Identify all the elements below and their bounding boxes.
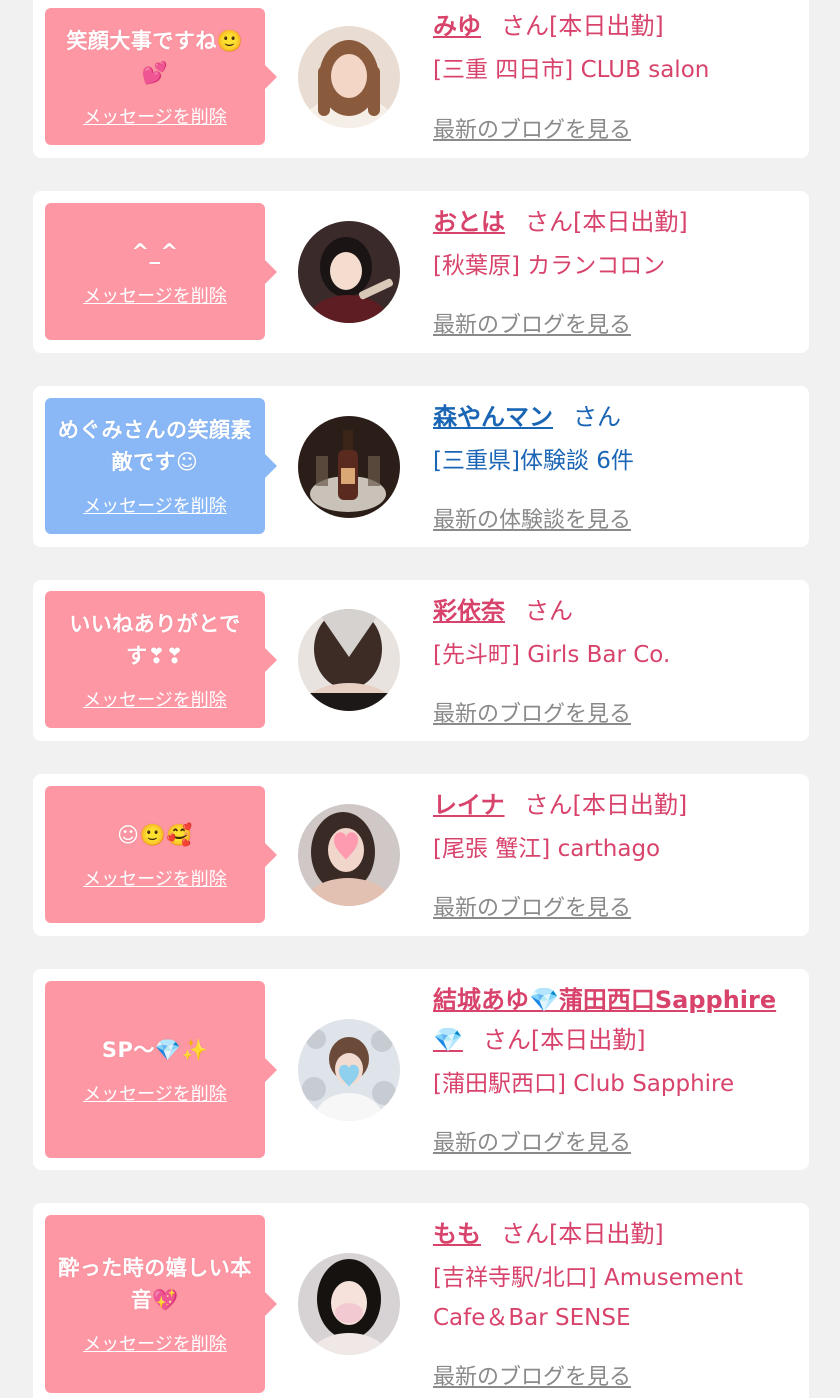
latest-blog-link[interactable]: 最新のブログを見る xyxy=(433,696,631,728)
cast-name-link[interactable]: 森やんマン xyxy=(433,403,553,431)
message-card: めぐみさんの笑顔素敵です☺ メッセージを削除 森やんマン さん [三重県]体験談 … xyxy=(33,386,809,547)
cast-info: 結城あゆ💎蒲田西口Sapphire💎 さん[本日出勤] [蒲田駅西口] Club … xyxy=(433,980,803,1104)
message-card: 酔った時の嬉しい本音💖 メッセージを削除 もも さん[本日出勤] [吉祥寺駅/北口… xyxy=(33,1203,809,1398)
delete-message-link[interactable]: メッセージを削除 xyxy=(83,492,227,518)
message-card: SP～💎✨ メッセージを削除 結城あゆ💎蒲田西口Sapphire💎 さん[本日出勤… xyxy=(33,969,809,1170)
latest-blog-link[interactable]: 最新のブログを見る xyxy=(433,890,631,922)
message-bubble: ^_^ メッセージを削除 xyxy=(45,203,277,340)
shop-info: [先斗町] Girls Bar Co. xyxy=(433,642,671,668)
cast-status: さん[本日出勤] xyxy=(501,1220,664,1248)
message-text: ☺🙂🥰 xyxy=(117,822,193,847)
avatar[interactable] xyxy=(298,26,400,128)
shop-info: [三重県]体験談 6件 xyxy=(433,448,634,474)
message-text: 笑顔大事ですね🙂💕 xyxy=(66,28,244,85)
avatar[interactable] xyxy=(298,1253,400,1355)
latest-review-link[interactable]: 最新の体験談を見る xyxy=(433,502,631,534)
cast-info: もも さん[本日出勤] [吉祥寺駅/北口] Amusement Cafe＆Bar … xyxy=(433,1214,803,1338)
avatar[interactable] xyxy=(298,1019,400,1121)
cast-status: さん xyxy=(525,597,573,625)
latest-blog-link[interactable]: 最新のブログを見る xyxy=(433,112,631,144)
shop-info: [三重 四日市] CLUB salon xyxy=(433,57,710,83)
shop-info: [蒲田駅西口] Club Sapphire xyxy=(433,1071,735,1097)
message-text: いいねありがとです❣❣ xyxy=(69,611,241,668)
message-bubble: SP～💎✨ メッセージを削除 xyxy=(45,981,277,1158)
avatar[interactable] xyxy=(298,804,400,906)
cast-name-link[interactable]: おとは xyxy=(433,208,505,236)
cast-status: さん[本日出勤] xyxy=(525,208,688,236)
cast-name-link[interactable]: もも xyxy=(433,1220,481,1248)
message-card: ^_^ メッセージを削除 おとは さん[本日出勤] [秋葉原] カランコロン 最新… xyxy=(33,191,809,353)
latest-blog-link[interactable]: 最新のブログを見る xyxy=(433,1125,631,1157)
shop-info: [秋葉原] カランコロン xyxy=(433,253,666,279)
message-text: ^_^ xyxy=(131,239,179,264)
cast-status: さん[本日出勤] xyxy=(501,12,664,40)
cast-name-link[interactable]: みゆ xyxy=(433,12,481,40)
cast-status: さん[本日出勤] xyxy=(524,791,688,819)
message-bubble: ☺🙂🥰 メッセージを削除 xyxy=(45,786,277,923)
cast-info: レイナ さん[本日出勤] [尾張 蟹江] carthago xyxy=(433,785,803,869)
delete-message-link[interactable]: メッセージを削除 xyxy=(83,1080,227,1106)
message-text: SP～💎✨ xyxy=(101,1037,209,1062)
message-card: 笑顔大事ですね🙂💕 メッセージを削除 みゆ さん[本日出勤] [三重 四日市] C… xyxy=(33,0,809,158)
avatar[interactable] xyxy=(298,609,400,711)
message-list: 笑顔大事ですね🙂💕 メッセージを削除 みゆ さん[本日出勤] [三重 四日市] C… xyxy=(0,0,840,1398)
message-bubble: めぐみさんの笑顔素敵です☺ メッセージを削除 xyxy=(45,398,277,534)
latest-blog-link[interactable]: 最新のブログを見る xyxy=(433,1359,631,1391)
delete-message-link[interactable]: メッセージを削除 xyxy=(83,282,227,308)
shop-info: [尾張 蟹江] carthago xyxy=(433,836,661,862)
delete-message-link[interactable]: メッセージを削除 xyxy=(83,103,227,129)
latest-blog-link[interactable]: 最新のブログを見る xyxy=(433,307,631,339)
cast-info: みゆ さん[本日出勤] [三重 四日市] CLUB salon xyxy=(433,6,803,90)
cast-name-link[interactable]: レイナ xyxy=(433,791,505,819)
cast-info: 彩依奈 さん [先斗町] Girls Bar Co. xyxy=(433,591,803,675)
message-text: 酔った時の嬉しい本音💖 xyxy=(58,1256,252,1312)
avatar[interactable] xyxy=(298,416,400,518)
cast-name-link[interactable]: 彩依奈 xyxy=(433,597,505,625)
shop-info: [吉祥寺駅/北口] Amusement Cafe＆Bar SENSE xyxy=(433,1265,744,1331)
avatar[interactable] xyxy=(298,221,400,323)
delete-message-link[interactable]: メッセージを削除 xyxy=(83,865,227,891)
delete-message-link[interactable]: メッセージを削除 xyxy=(83,1330,227,1356)
cast-status: さん[本日出勤] xyxy=(482,1026,646,1054)
message-card: いいねありがとです❣❣ メッセージを削除 彩依奈 さん [先斗町] Girls B… xyxy=(33,580,809,741)
cast-info: 森やんマン さん [三重県]体験談 6件 xyxy=(433,397,803,481)
message-bubble: いいねありがとです❣❣ メッセージを削除 xyxy=(45,591,277,728)
message-bubble: 酔った時の嬉しい本音💖 メッセージを削除 xyxy=(45,1215,277,1393)
delete-message-link[interactable]: メッセージを削除 xyxy=(83,686,227,712)
message-text: めぐみさんの笑顔素敵です☺ xyxy=(57,418,253,474)
cast-info: おとは さん[本日出勤] [秋葉原] カランコロン xyxy=(433,202,803,286)
cast-status: さん xyxy=(573,403,621,431)
message-bubble: 笑顔大事ですね🙂💕 メッセージを削除 xyxy=(45,8,277,145)
message-card: ☺🙂🥰 メッセージを削除 レイナ さん[本日出勤] [尾張 蟹江] carthag… xyxy=(33,774,809,936)
